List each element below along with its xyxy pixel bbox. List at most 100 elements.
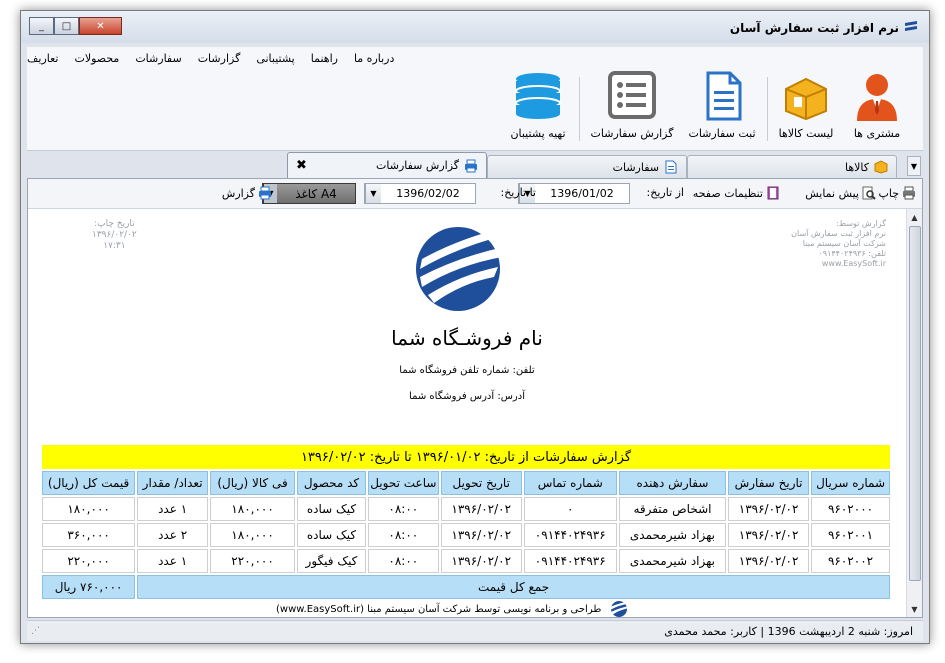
column-header: شماره تماس — [523, 471, 617, 495]
column-header: تاریخ سفارش — [728, 471, 810, 495]
to-date-label: تا تاریخ: — [500, 186, 536, 199]
table-cell: کیک ساده — [297, 523, 366, 547]
orders-report-button[interactable]: گزارش سفارشات — [587, 71, 677, 149]
table-cell: کیک فیگور — [297, 549, 366, 573]
table-cell: ۱ عدد — [137, 497, 209, 521]
document-tabs: کالاها سفارشات ✖ گزارش سفارشات ▼ — [27, 152, 923, 178]
table-cell: ۱۳۹۶/۰۲/۰۲ — [440, 497, 522, 521]
company-logo — [416, 227, 506, 311]
book-icon — [767, 186, 779, 200]
list-icon — [608, 71, 656, 119]
table-cell: ۱۳۹۶/۰۲/۰۲ — [440, 549, 522, 573]
print-date-label: تاریخ چاپ: — [94, 219, 135, 229]
credit-line: طراحی و برنامه نویسی توسط شرکت آسان سیست… — [276, 600, 633, 617]
backup-button[interactable]: تهیه پشتیبان — [503, 71, 573, 149]
total-row: جمع کل قیمت ۷۶۰,۰۰۰ ریال — [42, 575, 890, 599]
menu-products[interactable]: محصولات — [74, 52, 119, 65]
table-cell: ۹۶۰۲۰۰۱ — [811, 523, 890, 547]
document-icon — [706, 71, 742, 121]
close-tab-icon[interactable]: ✖ — [296, 158, 307, 173]
tab-orders-report[interactable]: ✖ گزارش سفارشات — [287, 152, 487, 178]
preview-button[interactable]: پیش نمایش — [805, 186, 876, 200]
app-logo-icon — [905, 21, 917, 31]
tabs-dropdown-icon[interactable]: ▼ — [907, 156, 921, 176]
table-cell: ۲ عدد — [137, 523, 209, 547]
report-button[interactable]: گزارش — [222, 186, 272, 200]
document-icon — [665, 160, 677, 174]
tab-orders[interactable]: سفارشات — [487, 155, 687, 178]
new-order-button[interactable]: ثبت سفارشات — [687, 71, 757, 149]
scroll-up-icon[interactable]: ▲ — [907, 209, 922, 225]
menu-support[interactable]: پشتیبانی — [256, 52, 294, 65]
scroll-down-icon[interactable]: ▼ — [907, 601, 922, 617]
menu-definitions[interactable]: تعاریف — [27, 52, 58, 65]
vertical-scrollbar[interactable]: ▲ ▼ — [906, 209, 922, 617]
issuer-line: شرکت آسان سیستم مبنا — [802, 239, 886, 248]
customers-button[interactable]: مشتری ها — [847, 71, 907, 149]
table-cell: بهزاد شیرمحمدی — [618, 523, 727, 547]
table-cell: ۰۸:۰۰ — [367, 523, 439, 547]
menu-orders[interactable]: سفارشات — [135, 52, 181, 65]
chevron-down-icon[interactable]: ▼ — [365, 184, 381, 203]
column-header: ساعت تحویل — [367, 471, 439, 495]
table-cell: ۰۸:۰۰ — [367, 497, 439, 521]
table-cell: ۳۶۰,۰۰۰ — [42, 523, 136, 547]
table-cell: ۰۸:۰۰ — [367, 549, 439, 573]
ribbon: مشتری ها لیست کالاها ثبت سفارشات گزارش س… — [27, 69, 923, 151]
table-cell: ۹۶۰۲۰۰۲ — [811, 549, 890, 573]
products-list-label: لیست کالاها — [778, 127, 834, 140]
column-header: شماره سریال — [811, 471, 890, 495]
table-header-row: شماره سریال تاریخ سفارش سفارش دهنده شمار… — [42, 471, 890, 495]
issuer-line: تلفن: ۰۹۱۴۴۰۲۴۹۳۶ — [818, 249, 886, 258]
menu-bar: تعاریف محصولات سفارشات گزارشات پشتیبانی … — [27, 47, 923, 69]
page-setup-button[interactable]: تنظیمات صفحه — [693, 186, 780, 200]
table-cell: ۹۶۰۲۰۰۰ — [811, 497, 890, 521]
credit-text: طراحی و برنامه نویسی توسط شرکت آسان سیست… — [276, 603, 602, 615]
to-date-picker[interactable]: ▼ 1396/02/02 — [364, 183, 476, 204]
maximize-button[interactable]: □ — [54, 17, 79, 35]
table-row: ۹۶۰۲۰۰۱ ۱۳۹۶/۰۲/۰۲ بهزاد شیرمحمدی ۰۹۱۴۴۰… — [42, 523, 890, 547]
products-list-button[interactable]: لیست کالاها — [771, 71, 841, 149]
menu-about[interactable]: درباره ما — [354, 52, 394, 65]
tab-orders-report-label: گزارش سفارشات — [376, 159, 459, 172]
close-button[interactable]: ✕ — [79, 17, 122, 35]
from-date-label: از تاریخ: — [646, 186, 684, 199]
print-date-block: تاریخ چاپ: ۱۳۹۶/۰۲/۰۲ ۱۷:۳۱ — [92, 219, 137, 252]
resize-grip-icon[interactable]: ⋰ — [31, 626, 40, 636]
ribbon-separator — [579, 77, 580, 141]
printer-icon — [259, 186, 271, 200]
database-icon — [515, 73, 561, 119]
table-cell: ۲۲۰,۰۰۰ — [42, 549, 136, 573]
orders-report-table: گزارش سفارشات از تاریخ: ۱۳۹۶/۰۱/۰۲ تا تا… — [40, 443, 892, 601]
report-preview: تاریخ چاپ: ۱۳۹۶/۰۲/۰۲ ۱۷:۳۱ گزارش توسط: … — [28, 209, 906, 617]
column-header: تاریخ تحویل — [440, 471, 522, 495]
minimize-button[interactable]: _ — [29, 17, 54, 35]
column-header: تعداد/ مقدار — [137, 471, 209, 495]
table-cell: ۱ عدد — [137, 549, 209, 573]
tab-products[interactable]: کالاها — [687, 155, 897, 178]
column-header: کد محصول — [297, 471, 366, 495]
table-cell: ۰۹۱۴۴۰۲۴۹۳۶ — [523, 523, 617, 547]
table-cell: بهزاد شیرمحمدی — [618, 549, 727, 573]
issuer-line: نرم افزار ثبت سفارش آسان — [791, 229, 886, 238]
shop-phone: تلفن: شماره تلفن فروشگاه شما — [399, 365, 535, 376]
paper-size-select[interactable]: ▼ کاغذ A4 — [262, 183, 356, 204]
menu-help[interactable]: راهنما — [311, 52, 338, 65]
menu-reports[interactable]: گزارشات — [198, 52, 241, 65]
paper-size-value: کاغذ A4 — [295, 186, 337, 201]
report-panel: چاپ پیش نمایش تنظیمات صفحه از تاریخ: ▼ 1… — [27, 178, 923, 618]
new-order-label: ثبت سفارشات — [688, 127, 756, 140]
table-cell: ۱۸۰,۰۰۰ — [210, 523, 296, 547]
status-text: امروز: شنبه 2 اردیبهشت 1396 | کاربر: محم… — [664, 625, 913, 638]
table-cell: ۱۸۰,۰۰۰ — [210, 497, 296, 521]
printer-icon — [903, 186, 915, 200]
print-label: چاپ — [878, 186, 899, 200]
report-label: گزارش — [221, 186, 255, 200]
column-header: قیمت کل (ریال) — [42, 471, 136, 495]
tab-orders-label: سفارشات — [612, 160, 659, 174]
issuer-block: گزارش توسط: نرم افزار ثبت سفارش آسان شرک… — [756, 219, 886, 269]
print-button[interactable]: چاپ — [878, 186, 916, 200]
orders-report-label: گزارش سفارشات — [590, 127, 674, 140]
table-cell: ۱۳۹۶/۰۲/۰۲ — [728, 523, 810, 547]
scroll-thumb[interactable] — [909, 226, 921, 581]
